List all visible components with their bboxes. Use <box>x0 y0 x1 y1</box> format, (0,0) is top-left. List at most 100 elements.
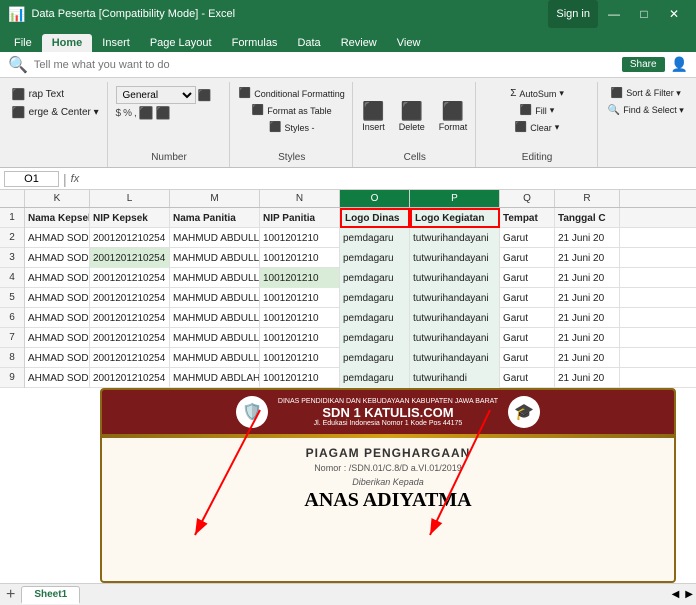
tab-view[interactable]: View <box>387 34 431 52</box>
row-num-6[interactable]: 6 <box>0 308 24 328</box>
col-header-n[interactable]: N <box>260 190 340 207</box>
increase-decimal-button[interactable]: ⬛ <box>139 106 154 120</box>
cell-m1[interactable]: Nama Panitia <box>170 208 260 228</box>
tab-file[interactable]: File <box>4 34 42 52</box>
table-row: AHMAD SODIKIN 2001201210254 MAHMUD ABDUL… <box>25 348 696 368</box>
find-select-button[interactable]: 🔍Find & Select ▾ <box>603 103 689 118</box>
sheet-grid: Nama Kepsek NIP Kepsek Nama Panitia NIP … <box>25 208 696 388</box>
currency-button[interactable]: $ <box>116 108 122 119</box>
title-bar-controls[interactable]: Sign in — □ ✕ <box>548 0 688 28</box>
minimize-button[interactable]: — <box>600 0 628 28</box>
insert-button[interactable]: ⬛ Insert <box>357 99 390 135</box>
sign-in-button[interactable]: Sign in <box>548 0 598 28</box>
cell-l1[interactable]: NIP Kepsek <box>90 208 170 228</box>
tab-data[interactable]: Data <box>287 34 330 52</box>
column-headers: K L M N O P Q R <box>0 190 696 208</box>
col-header-o[interactable]: O <box>340 190 410 207</box>
cert-org-line2: SDN 1 KATULIS.COM <box>278 405 498 420</box>
cert-given: Diberikan Kepada <box>118 477 658 487</box>
scroll-right-icon[interactable]: ▶ <box>682 589 696 600</box>
cell-n1[interactable]: NIP Panitia <box>260 208 340 228</box>
tab-review[interactable]: Review <box>331 34 387 52</box>
sheet-body: 1 2 3 4 5 6 7 8 9 Nama Kepsek NIP Kepsek… <box>0 208 696 388</box>
decrease-decimal-button[interactable]: ⬛ <box>156 106 171 120</box>
row-num-7[interactable]: 7 <box>0 328 24 348</box>
row-num-8[interactable]: 8 <box>0 348 24 368</box>
tab-formulas[interactable]: Formulas <box>222 34 288 52</box>
tell-me-input[interactable] <box>34 59 616 71</box>
col-header-l[interactable]: L <box>90 190 170 207</box>
row-num-5[interactable]: 5 <box>0 288 24 308</box>
row-num-4[interactable]: 4 <box>0 268 24 288</box>
share-button[interactable]: Share <box>622 57 665 72</box>
number-format-row: General ⬛ <box>116 86 223 104</box>
col-header-m[interactable]: M <box>170 190 260 207</box>
number-label: Number <box>151 152 187 165</box>
formula-divider: | <box>63 171 67 187</box>
table-row: AHMAD SODIKIN 2001201210254 MAHMUD ABDUL… <box>25 268 696 288</box>
cert-logo-left: 🛡️ <box>236 396 268 428</box>
sheet-tabs-bar: + Sheet1 ◀ ▶ <box>0 583 696 605</box>
cell-p1[interactable]: Logo Kegiatan <box>410 208 500 228</box>
tab-home[interactable]: Home <box>42 34 93 52</box>
format-button[interactable]: ⬛ Format <box>434 99 473 135</box>
cell-o1[interactable]: Logo Dinas <box>340 208 410 228</box>
format-as-table-button[interactable]: ⬛Format as Table <box>247 103 337 118</box>
wrap-text-button[interactable]: ⬛rap Text <box>7 86 69 103</box>
ribbon-tabs: File Home Insert Page Layout Formulas Da… <box>0 28 696 52</box>
editing-label: Editing <box>522 152 553 165</box>
row-num-9[interactable]: 9 <box>0 368 24 388</box>
table-row: AHMAD SODIKIN 2001201210254 MAHMUD ABDUL… <box>25 308 696 328</box>
ribbon: ⬛rap Text ⬛erge & Center ▾ General ⬛ $ %… <box>0 78 696 168</box>
cell-k1[interactable]: Nama Kepsek <box>25 208 90 228</box>
title-bar: 📊 Data Peserta [Compatibility Mode] - Ex… <box>0 0 696 28</box>
row-num-3[interactable]: 3 <box>0 248 24 268</box>
row-numbers: 1 2 3 4 5 6 7 8 9 <box>0 208 25 388</box>
autosum-button[interactable]: ΣAutoSum ▾ <box>505 86 569 101</box>
excel-icon: 📊 <box>8 6 25 23</box>
merge-center-button[interactable]: ⬛erge & Center ▾ <box>7 104 104 121</box>
cert-org-line1: DINAS PENDIDIKAN DAN KEBUDAYAAN KABUPATE… <box>278 398 498 405</box>
cert-header: 🛡️ DINAS PENDIDIKAN DAN KEBUDAYAAN KABUP… <box>102 390 674 434</box>
col-header-q[interactable]: Q <box>500 190 555 207</box>
clear-button[interactable]: ⬛Clear ▾ <box>510 120 565 135</box>
comma-button[interactable]: , <box>134 108 137 119</box>
cell-q1[interactable]: Tempat <box>500 208 555 228</box>
styles-label: Styles <box>278 152 305 165</box>
fill-button[interactable]: ⬛Fill ▾ <box>515 103 559 118</box>
number-format-select[interactable]: General <box>116 86 196 104</box>
restore-button[interactable]: □ <box>630 0 658 28</box>
title-bar-left: 📊 Data Peserta [Compatibility Mode] - Ex… <box>8 6 235 23</box>
percent-button[interactable]: % <box>123 108 132 119</box>
conditional-formatting-button[interactable]: ⬛Conditional Formatting <box>234 86 350 101</box>
fx-label: fx <box>71 173 80 185</box>
row-num-1[interactable]: 1 <box>0 208 24 228</box>
cell-r1[interactable]: Tanggal C <box>555 208 620 228</box>
scroll-left-icon[interactable]: ◀ <box>669 589 683 600</box>
tab-page-layout[interactable]: Page Layout <box>140 34 222 52</box>
ribbon-group-sort-find: ⬛Sort & Filter ▾ 🔍Find & Select ▾ <box>600 82 692 167</box>
cells-label: Cells <box>404 152 426 165</box>
row-num-2[interactable]: 2 <box>0 228 24 248</box>
cert-title: PIAGAM PENGHARGAAN <box>118 446 658 460</box>
delete-button[interactable]: ⬛ Delete <box>394 99 430 135</box>
ribbon-group-editing: ΣAutoSum ▾ ⬛Fill ▾ ⬛Clear ▾ Editing <box>478 82 598 167</box>
col-header-k[interactable]: K <box>25 190 90 207</box>
close-button[interactable]: ✕ <box>660 0 688 28</box>
tab-insert[interactable]: Insert <box>92 34 140 52</box>
ribbon-group-styles: ⬛Conditional Formatting ⬛Format as Table… <box>232 82 353 167</box>
cert-recipient-name: ANAS ADIYATMA <box>118 489 658 512</box>
table-row: AHMAD SODIKIN 2001201210254 MAHMUD ABDUL… <box>25 328 696 348</box>
account-icon[interactable]: 👤 <box>671 56 688 73</box>
name-box[interactable] <box>4 171 59 187</box>
add-sheet-button[interactable]: + <box>0 586 21 604</box>
col-header-p[interactable]: P <box>410 190 500 207</box>
number-expand-icon[interactable]: ⬛ <box>198 89 212 102</box>
ribbon-group-alignment: ⬛rap Text ⬛erge & Center ▾ <box>4 82 108 167</box>
sheet-tab-sheet1[interactable]: Sheet1 <box>21 586 80 604</box>
col-header-r[interactable]: R <box>555 190 620 207</box>
sort-filter-button[interactable]: ⬛Sort & Filter ▾ <box>606 86 686 101</box>
search-icon: 🔍 <box>8 55 28 75</box>
cell-styles-button[interactable]: ⬛Styles - <box>264 120 319 135</box>
table-row: AHMAD SODIKIN 2001201210254 MAHMUD ABDUL… <box>25 248 696 268</box>
